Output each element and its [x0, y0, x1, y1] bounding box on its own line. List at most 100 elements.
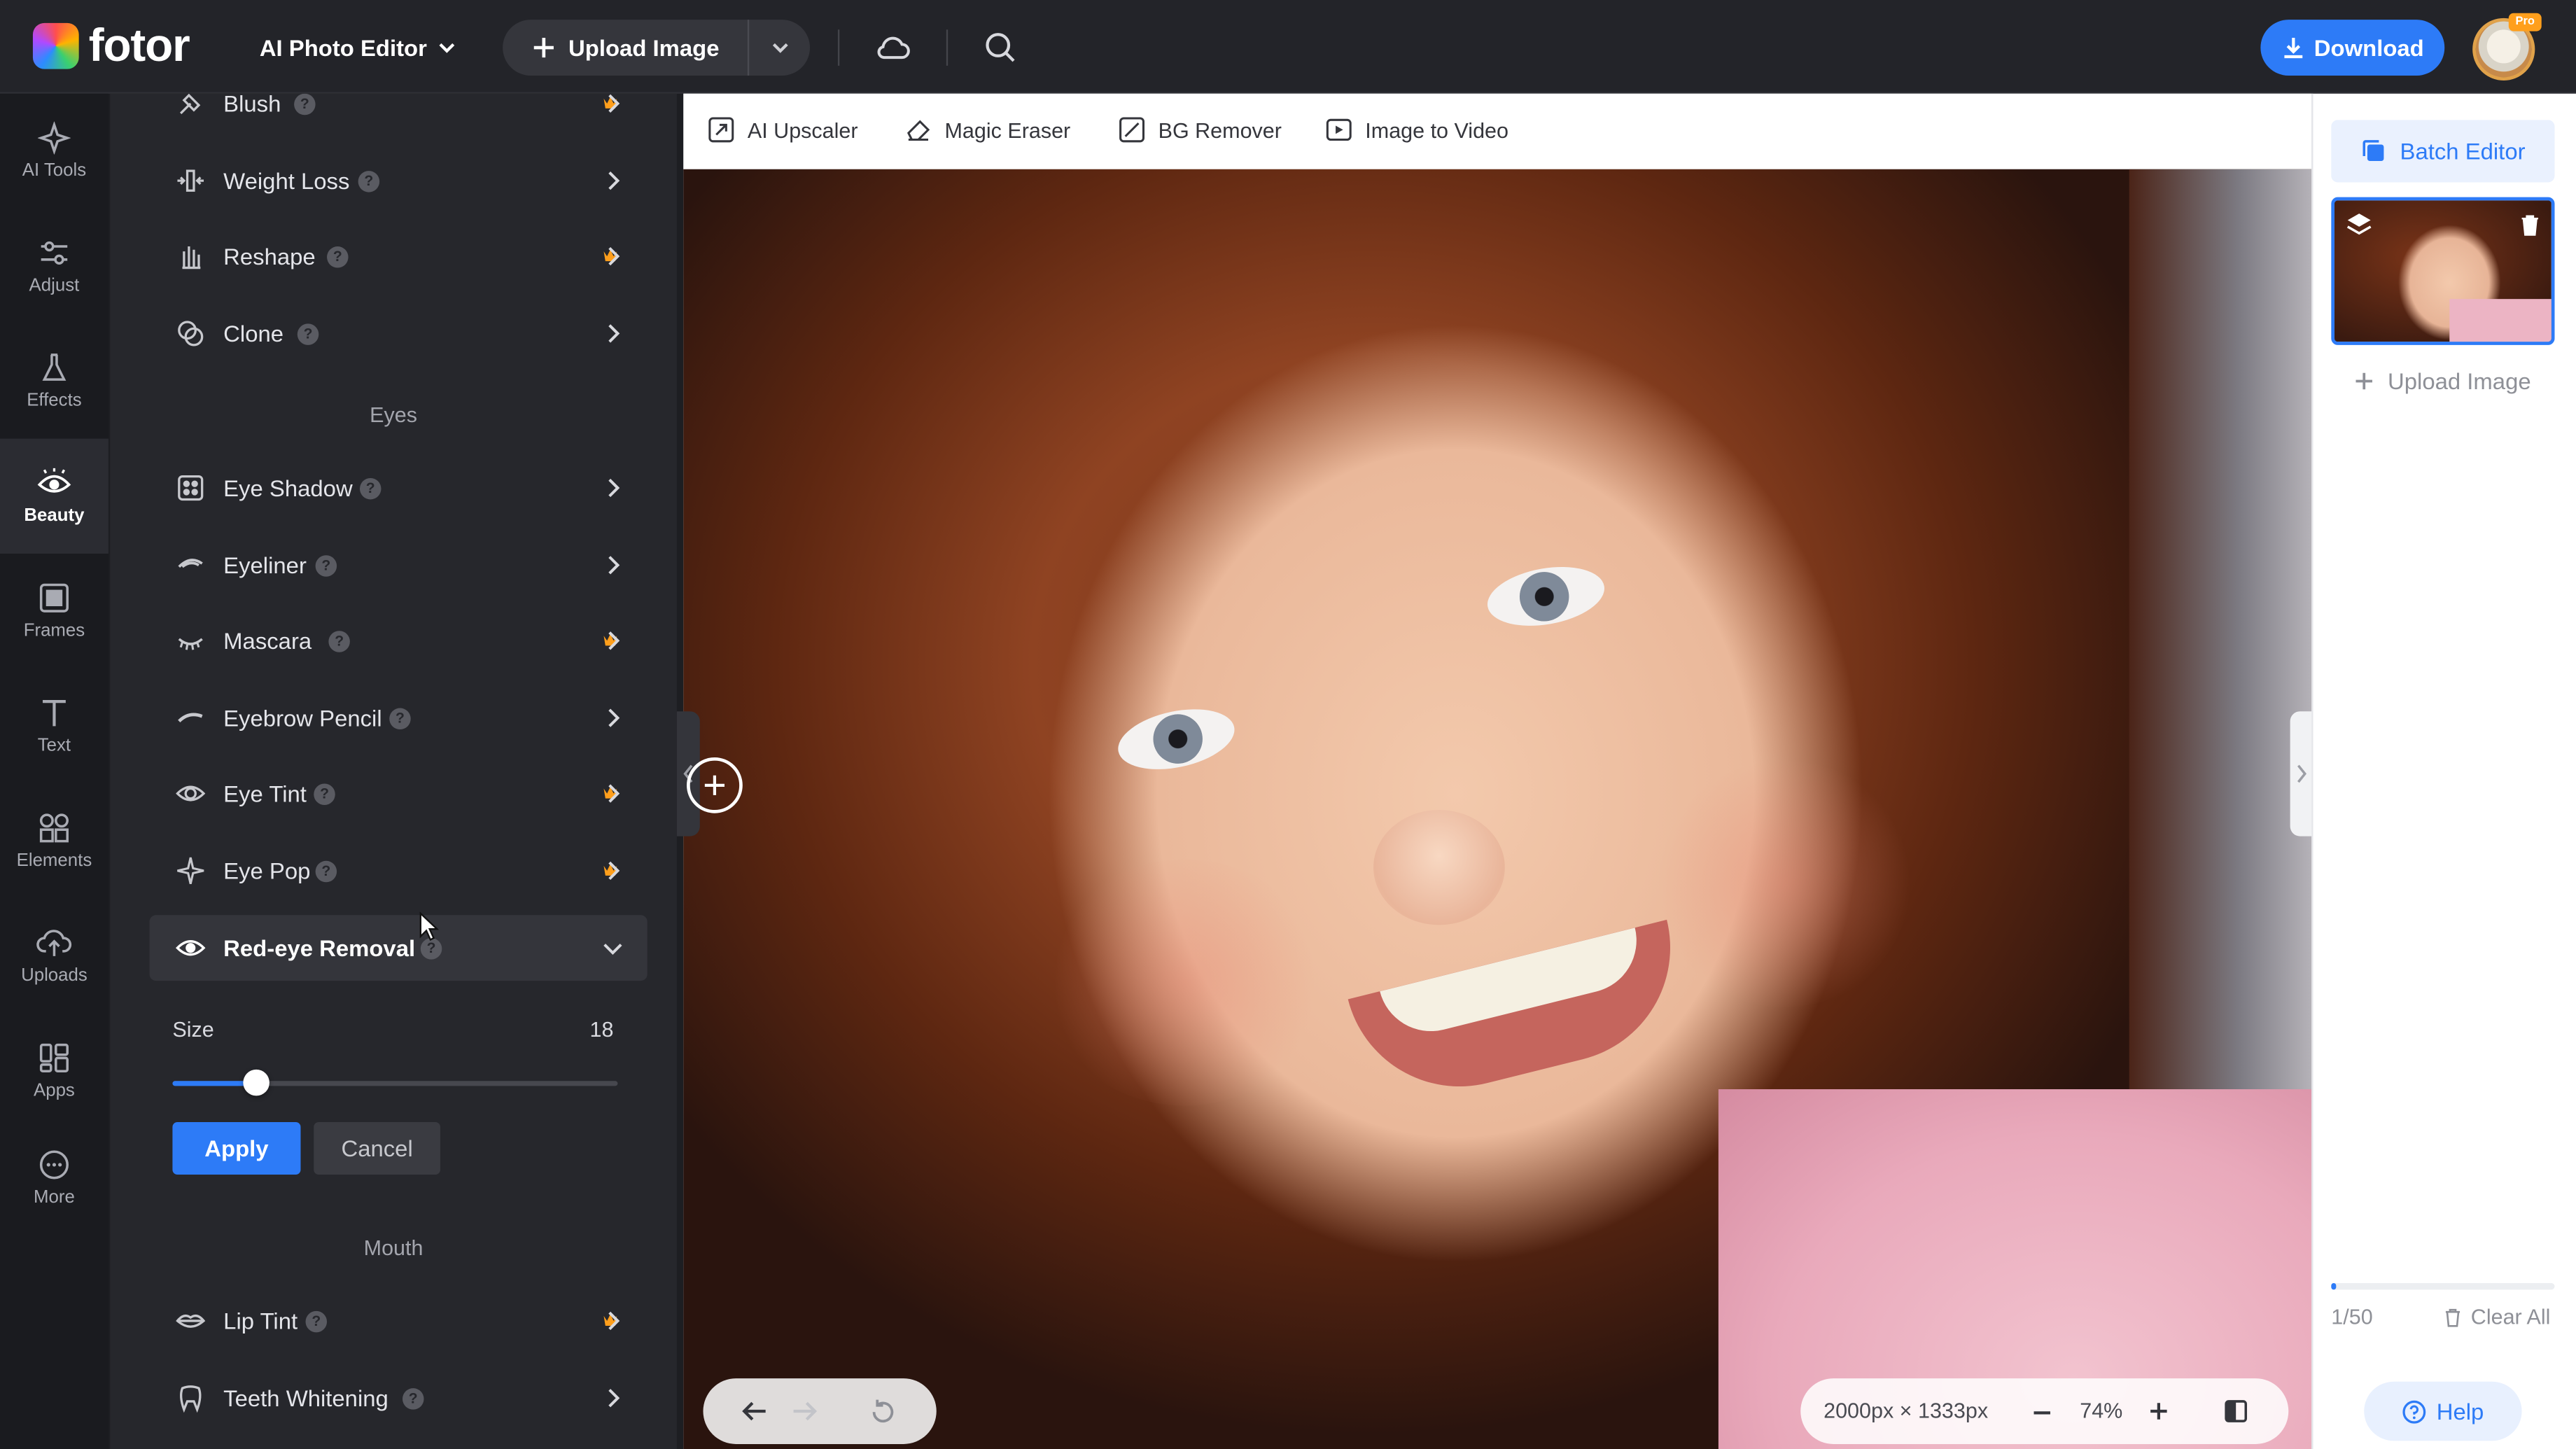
rail-item-frames[interactable]: Frames: [0, 554, 108, 668]
canvas-area: AI Upscaler Magic Eraser BG Remover Imag…: [683, 93, 2312, 1449]
zoom-out-icon[interactable]: [2031, 1401, 2054, 1424]
image-count-progress: [2331, 1282, 2555, 1290]
tool-label: Image to Video: [1365, 117, 1509, 143]
ai-upscaler-tool[interactable]: AI Upscaler: [708, 117, 858, 144]
tool-row-weight-loss[interactable]: Weight Loss ?: [150, 148, 677, 214]
help-button[interactable]: Help: [2364, 1381, 2522, 1441]
help-circle-icon: [2402, 1399, 2426, 1423]
tool-row-eye-shadow[interactable]: Eye Shadow ?: [150, 455, 677, 521]
rail-item-uploads[interactable]: Uploads: [0, 899, 108, 1014]
tool-row-eyeliner[interactable]: Eyeliner ?: [150, 532, 677, 598]
rail-label: Text: [37, 736, 71, 756]
zoom-level[interactable]: 74%: [2080, 1398, 2122, 1422]
beauty-panel: Blush ? Weight Loss ? Reshape ? Clone ?: [110, 93, 677, 1449]
image-to-video-tool[interactable]: Image to Video: [1326, 117, 1508, 144]
search-icon[interactable]: [979, 27, 1022, 69]
bg-remover-tool[interactable]: BG Remover: [1119, 117, 1282, 144]
rail-item-elements[interactable]: Elements: [0, 783, 108, 898]
expand-right-panel-handle[interactable]: [2290, 711, 2314, 836]
rail-label: Adjust: [29, 276, 80, 296]
help-icon[interactable]: ?: [315, 860, 337, 883]
image-thumbnail[interactable]: [2331, 197, 2555, 345]
size-slider-thumb[interactable]: [243, 1069, 270, 1096]
tool-row-eye-tint[interactable]: Eye Tint ?: [150, 761, 677, 827]
eraser-icon: [907, 120, 930, 141]
tool-label: Weight Loss: [223, 167, 350, 194]
cancel-button[interactable]: Cancel: [314, 1121, 440, 1175]
upload-dropdown-button[interactable]: [749, 20, 810, 76]
rail-item-ai-tools[interactable]: AI Tools: [0, 94, 108, 209]
download-icon: [2283, 37, 2302, 59]
rail-item-apps[interactable]: Apps: [0, 1014, 108, 1128]
app-root: fotor AI Photo Editor Upload Image Downl…: [0, 0, 2576, 1449]
rail-item-effects[interactable]: Effects: [0, 323, 108, 438]
redo-icon[interactable]: [790, 1398, 820, 1424]
tool-row-teeth-whitening[interactable]: Teeth Whitening ?: [150, 1365, 677, 1431]
tool-label: Mascara: [223, 627, 312, 654]
tool-label: Clone: [223, 320, 284, 347]
right-upload-image-button[interactable]: Upload Image: [2331, 356, 2554, 405]
section-title-eyes: Eyes: [370, 402, 418, 428]
compare-handle[interactable]: [687, 757, 743, 813]
tool-row-lip-tint[interactable]: Lip Tint ?: [150, 1288, 677, 1354]
help-icon[interactable]: ?: [358, 171, 380, 192]
batch-editor-button[interactable]: Batch Editor: [2331, 120, 2555, 183]
photo-iris: [1148, 709, 1208, 769]
apply-button[interactable]: Apply: [172, 1121, 301, 1175]
help-icon[interactable]: ?: [328, 631, 350, 652]
trash-icon[interactable]: [2519, 214, 2542, 237]
chevron-right-icon: [608, 708, 620, 727]
rail-label: Frames: [23, 621, 85, 641]
help-icon[interactable]: ?: [389, 708, 411, 730]
rail-item-more[interactable]: More: [0, 1121, 108, 1236]
undo-icon[interactable]: [739, 1398, 769, 1424]
clone-icon: [178, 321, 204, 346]
upload-image-group: Upload Image: [503, 20, 811, 76]
rail-item-beauty[interactable]: Beauty: [0, 438, 108, 554]
chevron-right-icon: [608, 1311, 620, 1331]
tool-row-clone[interactable]: Clone ?: [150, 300, 677, 366]
tool-row-blush[interactable]: Blush ?: [150, 93, 677, 136]
tool-row-eye-pop[interactable]: Eye Pop ?: [150, 838, 677, 904]
size-slider[interactable]: [172, 1069, 618, 1096]
reset-icon[interactable]: [869, 1398, 897, 1426]
text-icon: [43, 700, 66, 727]
apps-icon: [39, 1043, 69, 1072]
fotor-logo[interactable]: fotor: [32, 22, 190, 69]
download-button[interactable]: Download: [2260, 20, 2445, 76]
zoom-in-icon[interactable]: [2147, 1400, 2170, 1423]
rail-label: Apps: [34, 1081, 75, 1101]
help-icon[interactable]: ?: [294, 93, 316, 115]
help-icon[interactable]: ?: [297, 323, 319, 345]
ai-photo-editor-menu[interactable]: AI Photo Editor: [260, 0, 456, 94]
edited-photo[interactable]: [683, 169, 2312, 1449]
tool-row-mascara[interactable]: Mascara ?: [150, 608, 677, 673]
compare-view-icon[interactable]: [2225, 1400, 2248, 1423]
magic-eraser-tool[interactable]: Magic Eraser: [905, 117, 1070, 144]
tool-row-eyebrow-pencil[interactable]: Eyebrow Pencil ?: [150, 685, 677, 751]
tool-label: AI Upscaler: [747, 117, 858, 143]
chevron-right-icon: [608, 1389, 620, 1408]
ai-tools-icon: [37, 121, 71, 155]
eyeliner-icon: [178, 559, 203, 568]
size-label: Size: [172, 1016, 214, 1042]
help-icon[interactable]: ?: [314, 783, 335, 806]
cloud-icon[interactable]: [871, 27, 913, 69]
help-icon[interactable]: ?: [327, 246, 349, 268]
clear-all-button[interactable]: Clear All: [2443, 1304, 2550, 1329]
tool-label: BG Remover: [1158, 117, 1282, 143]
tool-row-reshape[interactable]: Reshape ?: [150, 223, 677, 289]
tool-row-red-eye-removal[interactable]: Red-eye Removal ?: [149, 915, 648, 981]
tool-label: Magic Eraser: [944, 117, 1071, 143]
help-icon[interactable]: ?: [305, 1310, 328, 1333]
help-icon[interactable]: ?: [359, 477, 382, 500]
help-icon[interactable]: ?: [315, 555, 337, 577]
layers-icon[interactable]: [2344, 210, 2374, 239]
rail-label: Uploads: [21, 966, 88, 986]
cloud-upload-icon: [36, 930, 72, 956]
help-icon[interactable]: ?: [402, 1388, 424, 1410]
upload-image-button[interactable]: Upload Image: [503, 20, 750, 76]
rail-item-adjust[interactable]: Adjust: [0, 209, 108, 323]
weight-loss-icon: [177, 169, 204, 192]
rail-item-text[interactable]: Text: [0, 668, 108, 783]
